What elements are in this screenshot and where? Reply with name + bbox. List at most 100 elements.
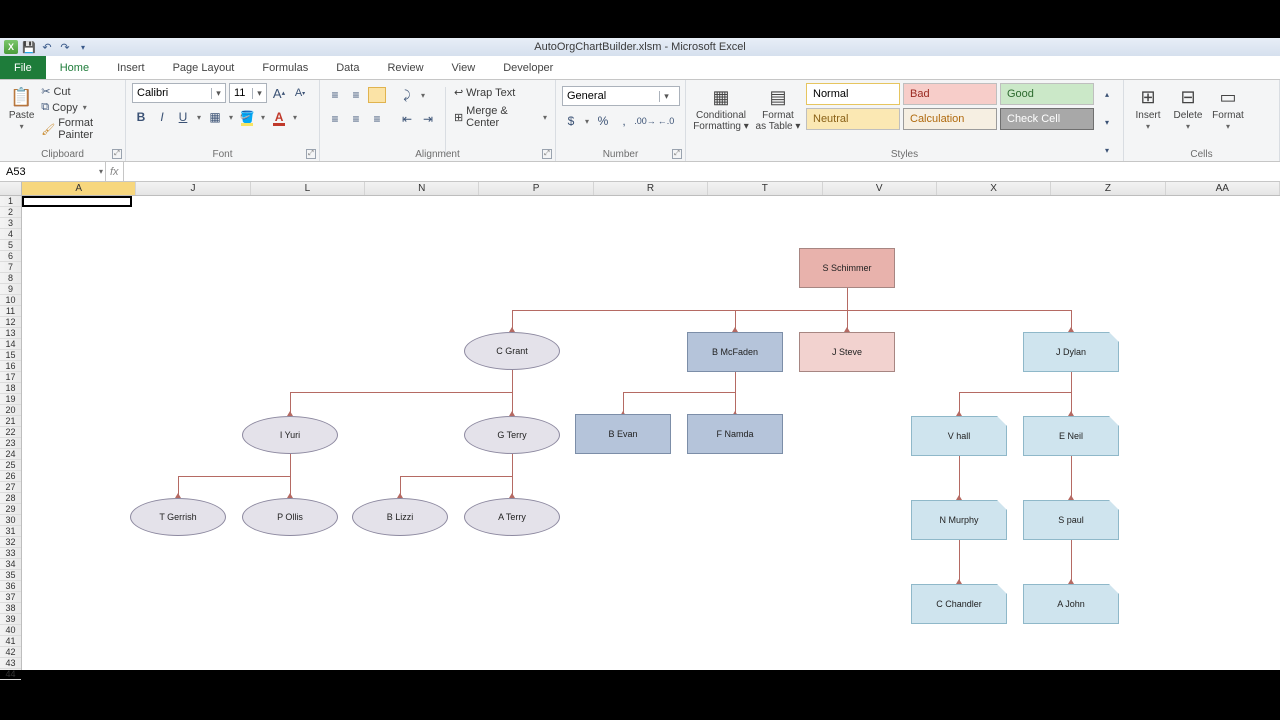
grow-font-icon[interactable]: A▴: [270, 84, 288, 102]
col-header[interactable]: L: [251, 182, 365, 195]
row-header[interactable]: 9: [0, 284, 21, 295]
row-header[interactable]: 24: [0, 449, 21, 460]
org-node[interactable]: V hall: [911, 416, 1007, 456]
orientation-icon[interactable]: ⤸: [398, 86, 416, 104]
row-header[interactable]: 11: [0, 306, 21, 317]
wrap-text-button[interactable]: ↩ Wrap Text: [454, 86, 549, 99]
decrease-decimal-icon[interactable]: ←.0: [657, 112, 675, 130]
select-all-corner[interactable]: [0, 182, 22, 195]
org-node[interactable]: S paul: [1023, 500, 1119, 540]
row-header[interactable]: 42: [0, 647, 21, 658]
fx-icon[interactable]: fx: [110, 166, 119, 178]
format-painter-button[interactable]: 🖌 Format Painter: [41, 117, 119, 141]
tab-page-layout[interactable]: Page Layout: [159, 56, 249, 79]
name-box[interactable]: A53▾: [0, 162, 106, 181]
style-normal[interactable]: Normal: [806, 83, 900, 105]
col-header[interactable]: A: [22, 182, 136, 195]
row-header[interactable]: 41: [0, 636, 21, 647]
row-header[interactable]: 23: [0, 438, 21, 449]
font-name-combo[interactable]: ▾: [132, 83, 226, 103]
row-header[interactable]: 43: [0, 658, 21, 669]
row-header[interactable]: 35: [0, 570, 21, 581]
font-dialog-icon[interactable]: ⤢: [306, 149, 316, 159]
col-header[interactable]: V: [823, 182, 937, 195]
merge-center-button[interactable]: ⊞ Merge & Center ▾: [454, 105, 549, 129]
row-header[interactable]: 3: [0, 218, 21, 229]
org-node[interactable]: P Ollis: [242, 498, 338, 536]
copy-button[interactable]: ⧉ Copy ▾: [41, 101, 119, 114]
style-scroll-down-icon[interactable]: ▾: [1098, 113, 1116, 131]
bold-button[interactable]: B: [132, 108, 150, 126]
undo-icon[interactable]: ↶: [40, 40, 54, 54]
row-header[interactable]: 5: [0, 240, 21, 251]
tab-view[interactable]: View: [438, 56, 490, 79]
style-check-cell[interactable]: Check Cell: [1000, 108, 1094, 130]
org-node[interactable]: B Evan: [575, 414, 671, 454]
border-button[interactable]: ▦: [206, 108, 224, 126]
col-header[interactable]: P: [479, 182, 593, 195]
row-header[interactable]: 7: [0, 262, 21, 273]
sheet-canvas[interactable]: S Schimmer C Grant B McFaden J Steve J D…: [22, 196, 1280, 670]
fill-color-button[interactable]: 🪣: [238, 108, 256, 126]
align-bottom-icon[interactable]: [368, 87, 386, 103]
shrink-font-icon[interactable]: A▾: [291, 84, 309, 102]
style-bad[interactable]: Bad: [903, 83, 997, 105]
org-node[interactable]: E Neil: [1023, 416, 1119, 456]
qat-more-icon[interactable]: ▾: [76, 40, 90, 54]
formula-input[interactable]: [124, 162, 1280, 181]
row-header[interactable]: 15: [0, 350, 21, 361]
style-scroll-up-icon[interactable]: ▴: [1098, 85, 1116, 103]
org-node[interactable]: S Schimmer: [799, 248, 895, 288]
accounting-icon[interactable]: $: [562, 112, 580, 130]
number-dialog-icon[interactable]: ⤢: [672, 149, 682, 159]
worksheet-grid[interactable]: 1234567891011121314151617181920212223242…: [0, 196, 1280, 670]
row-header[interactable]: 44: [0, 669, 21, 680]
row-header[interactable]: 22: [0, 427, 21, 438]
row-header[interactable]: 6: [0, 251, 21, 262]
row-header[interactable]: 30: [0, 515, 21, 526]
row-header[interactable]: 16: [0, 361, 21, 372]
style-calculation[interactable]: Calculation: [903, 108, 997, 130]
row-header[interactable]: 8: [0, 273, 21, 284]
org-node[interactable]: C Grant: [464, 332, 560, 370]
row-header[interactable]: 25: [0, 460, 21, 471]
row-header[interactable]: 31: [0, 526, 21, 537]
font-size-combo[interactable]: ▾: [229, 83, 267, 103]
italic-button[interactable]: I: [153, 108, 171, 126]
row-header[interactable]: 14: [0, 339, 21, 350]
org-node[interactable]: A Terry: [464, 498, 560, 536]
redo-icon[interactable]: ↷: [58, 40, 72, 54]
font-color-button[interactable]: A: [270, 108, 288, 126]
row-header[interactable]: 26: [0, 471, 21, 482]
col-header[interactable]: N: [365, 182, 479, 195]
row-header[interactable]: 37: [0, 592, 21, 603]
row-header[interactable]: 38: [0, 603, 21, 614]
save-icon[interactable]: 💾: [22, 40, 36, 54]
alignment-dialog-icon[interactable]: ⤢: [542, 149, 552, 159]
row-header[interactable]: 36: [0, 581, 21, 592]
increase-indent-icon[interactable]: ⇥: [419, 110, 437, 128]
name-box-dropdown-icon[interactable]: ▾: [99, 167, 103, 176]
org-node[interactable]: J Steve: [799, 332, 895, 372]
col-header[interactable]: R: [594, 182, 708, 195]
style-good[interactable]: Good: [1000, 83, 1094, 105]
row-header[interactable]: 20: [0, 405, 21, 416]
row-header[interactable]: 29: [0, 504, 21, 515]
row-header[interactable]: 40: [0, 625, 21, 636]
col-header[interactable]: X: [937, 182, 1051, 195]
tab-data[interactable]: Data: [322, 56, 373, 79]
org-node[interactable]: N Murphy: [911, 500, 1007, 540]
row-header[interactable]: 39: [0, 614, 21, 625]
clipboard-dialog-icon[interactable]: ⤢: [112, 149, 122, 159]
org-node[interactable]: A John: [1023, 584, 1119, 624]
row-header[interactable]: 2: [0, 207, 21, 218]
row-header[interactable]: 1: [0, 196, 21, 207]
row-header[interactable]: 32: [0, 537, 21, 548]
row-header[interactable]: 4: [0, 229, 21, 240]
row-header[interactable]: 17: [0, 372, 21, 383]
underline-button[interactable]: U: [174, 108, 192, 126]
tab-developer[interactable]: Developer: [489, 56, 567, 79]
style-neutral[interactable]: Neutral: [806, 108, 900, 130]
cut-button[interactable]: ✂ Cut: [41, 85, 119, 98]
org-node[interactable]: T Gerrish: [130, 498, 226, 536]
